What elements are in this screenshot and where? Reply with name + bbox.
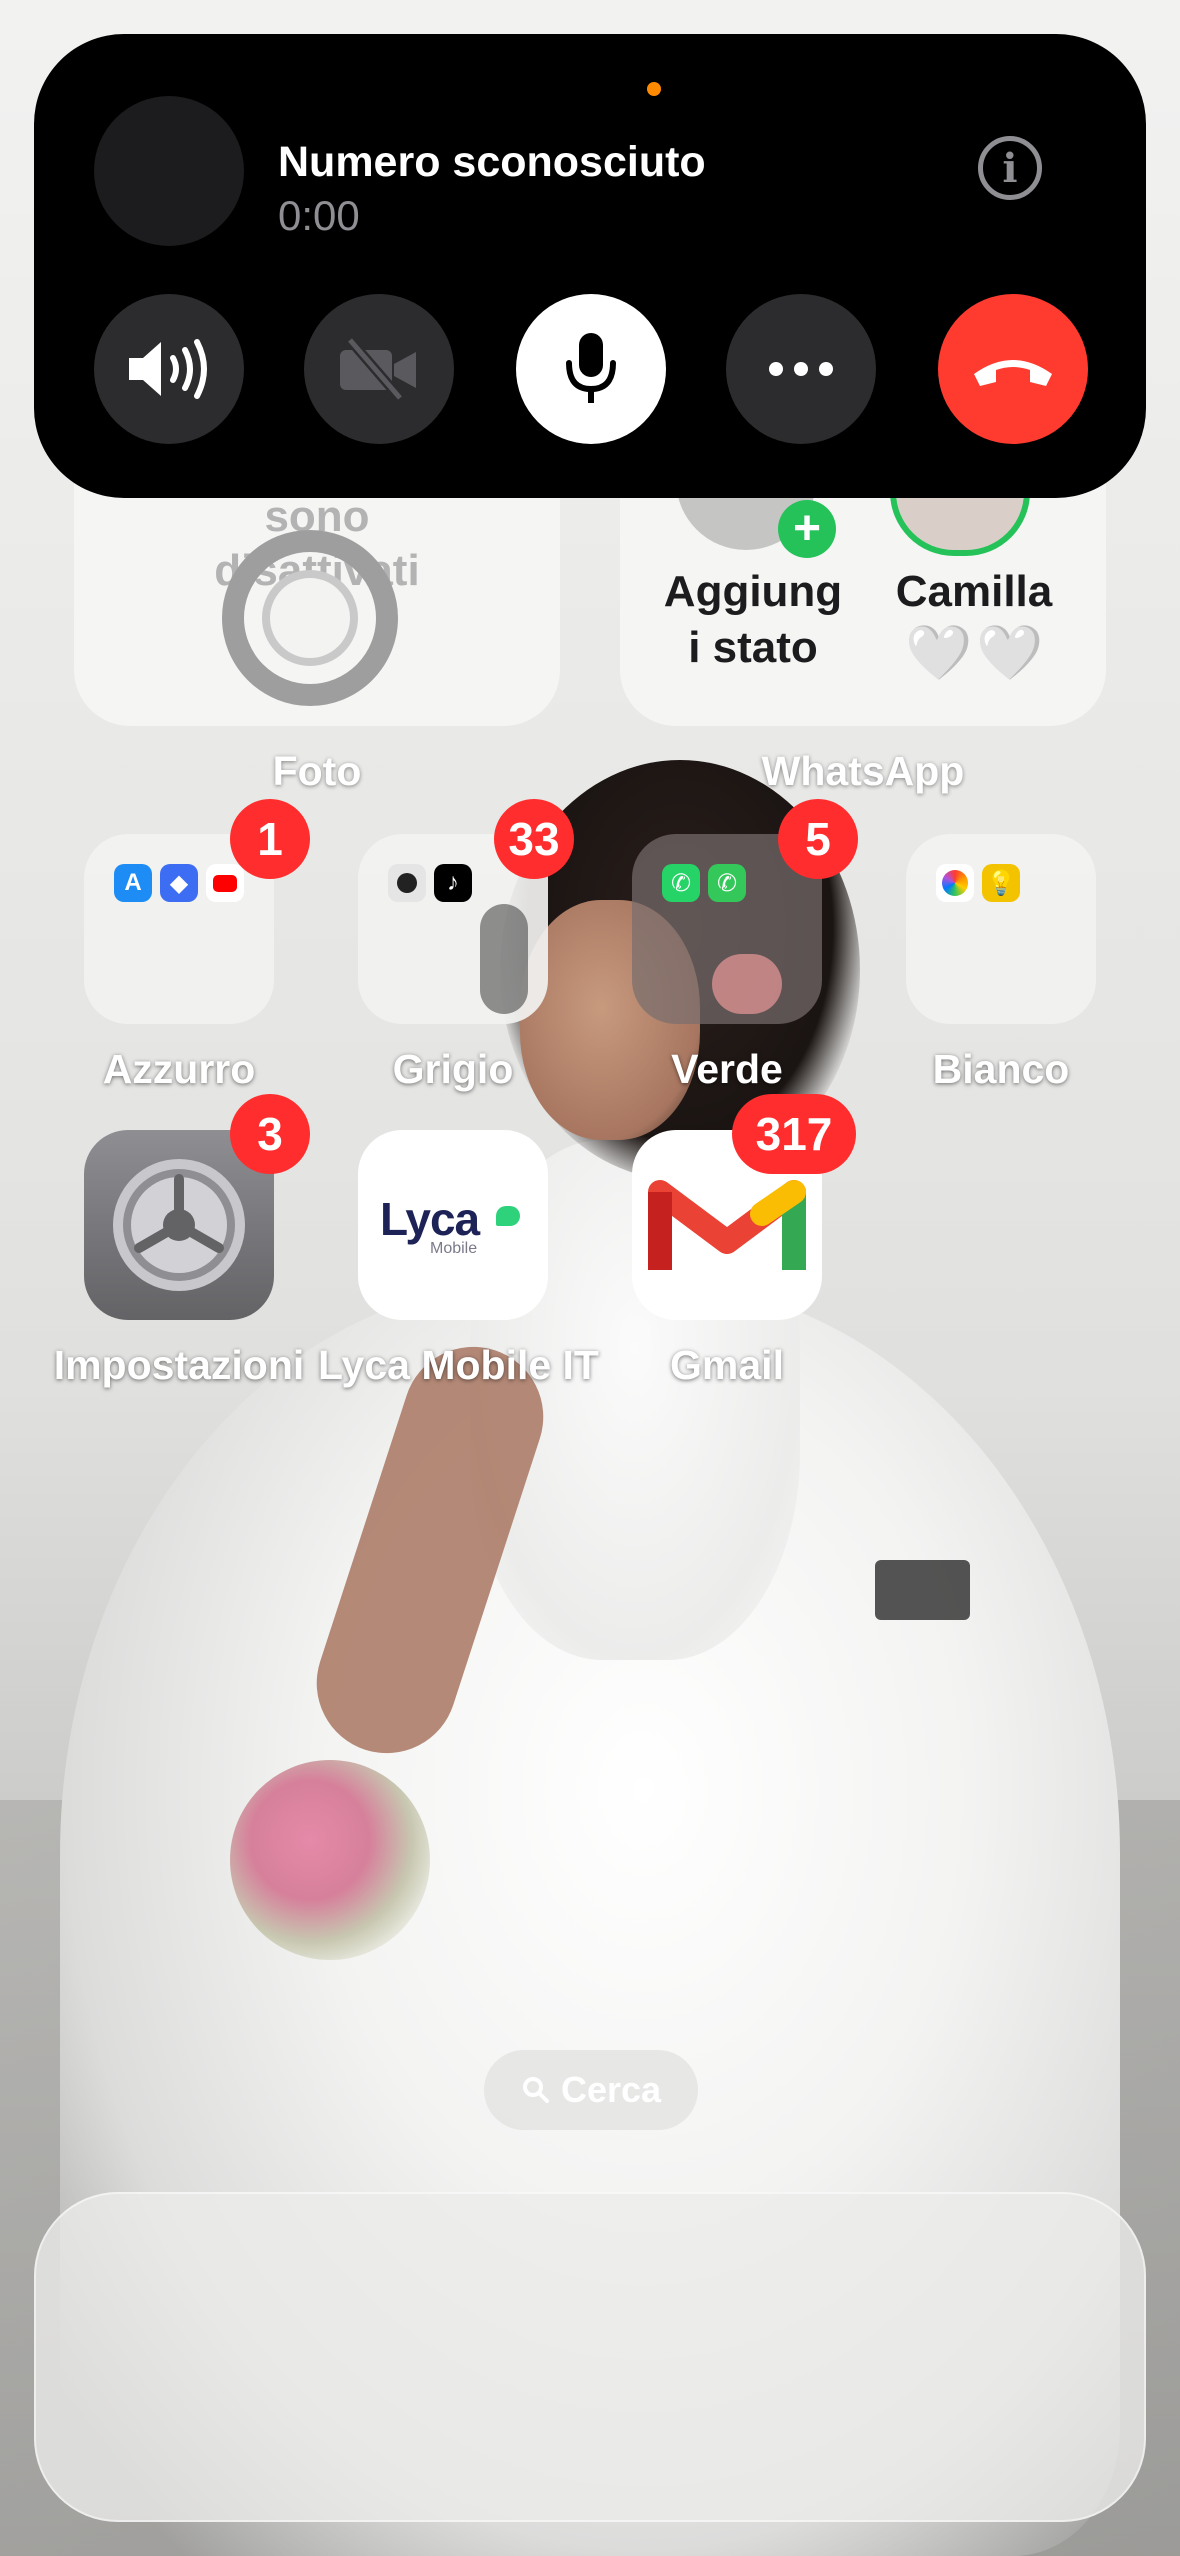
tiktok-icon: ♪ bbox=[434, 864, 472, 902]
label-bianco: Bianco bbox=[932, 1046, 1070, 1092]
app-store-icon: A bbox=[114, 864, 152, 902]
phone-icon: ✆ bbox=[708, 864, 746, 902]
badge-settings: 3 bbox=[230, 1094, 310, 1174]
search-label: Cerca bbox=[560, 2069, 662, 2110]
badge-grigio: 33 bbox=[494, 799, 574, 879]
add-status-label-line1: Aggiung bbox=[663, 567, 843, 616]
search-button[interactable]: Cerca bbox=[484, 2050, 698, 2130]
microphone-icon bbox=[566, 333, 616, 403]
call-duration: 0:00 bbox=[278, 192, 360, 239]
lyca-logo-icon bbox=[496, 1206, 520, 1226]
label-grigio: Grigio bbox=[392, 1046, 514, 1092]
caller-name: Numero sconosciuto bbox=[278, 138, 706, 186]
badge-azzurro: 1 bbox=[230, 799, 310, 879]
ellipsis-icon bbox=[769, 362, 833, 376]
photos-loading-icon-inner bbox=[262, 570, 358, 666]
end-call-button[interactable] bbox=[938, 294, 1088, 444]
badge-gmail: 317 bbox=[732, 1094, 856, 1174]
roblox-icon: ◆ bbox=[160, 864, 198, 902]
blurred-app-icon bbox=[712, 954, 782, 1014]
info-icon: i bbox=[1002, 144, 1018, 192]
more-button[interactable] bbox=[726, 294, 876, 444]
search-icon bbox=[522, 2077, 549, 2103]
blurred-app-icon bbox=[480, 904, 528, 1014]
tips-icon: 💡 bbox=[982, 864, 1020, 902]
lyca-logo-text: Lyca bbox=[380, 1193, 480, 1245]
dock bbox=[34, 2192, 1146, 2522]
privacy-indicator-dot bbox=[647, 82, 661, 96]
folder-bianco[interactable]: 💡 bbox=[906, 834, 1096, 1024]
label-azzurro: Azzurro bbox=[102, 1046, 256, 1092]
video-button[interactable] bbox=[304, 294, 454, 444]
info-button[interactable]: i bbox=[978, 136, 1042, 200]
end-call-icon bbox=[974, 360, 1052, 386]
whatsapp-widget-title: WhatsApp bbox=[761, 748, 965, 794]
camera-app-icon bbox=[388, 864, 426, 902]
photos-app-icon bbox=[936, 864, 974, 902]
add-status-label[interactable]: Aggiung i stato bbox=[648, 564, 858, 676]
add-status-plus-icon[interactable]: + bbox=[778, 500, 836, 558]
label-settings: Impostazioni bbox=[53, 1342, 305, 1388]
add-status-label-line2: i stato bbox=[688, 623, 818, 672]
speaker-button[interactable] bbox=[94, 294, 244, 444]
app-lyca-mobile[interactable]: Lyca Mobile bbox=[358, 1130, 548, 1320]
lyca-logo-sub: Mobile bbox=[430, 1240, 478, 1257]
contact-status-hearts: 🤍🤍 bbox=[905, 623, 1048, 683]
wallpaper-socket bbox=[875, 1560, 970, 1620]
caller-avatar bbox=[94, 96, 244, 246]
speaker-icon bbox=[129, 339, 207, 399]
label-lyca-mobile: Lyca Mobile IT bbox=[318, 1342, 599, 1388]
mute-button[interactable] bbox=[516, 294, 666, 444]
contact-name-camilla[interactable]: Camilla bbox=[876, 564, 1072, 620]
whatsapp-icon: ✆ bbox=[662, 864, 700, 902]
badge-verde: 5 bbox=[778, 799, 858, 879]
label-gmail: Gmail bbox=[670, 1342, 784, 1388]
video-off-icon bbox=[340, 336, 416, 402]
label-verde: Verde bbox=[671, 1046, 783, 1092]
youtube-icon bbox=[206, 864, 244, 902]
wallpaper-bouquet bbox=[230, 1760, 430, 1960]
photos-widget-title: Foto bbox=[272, 748, 362, 794]
